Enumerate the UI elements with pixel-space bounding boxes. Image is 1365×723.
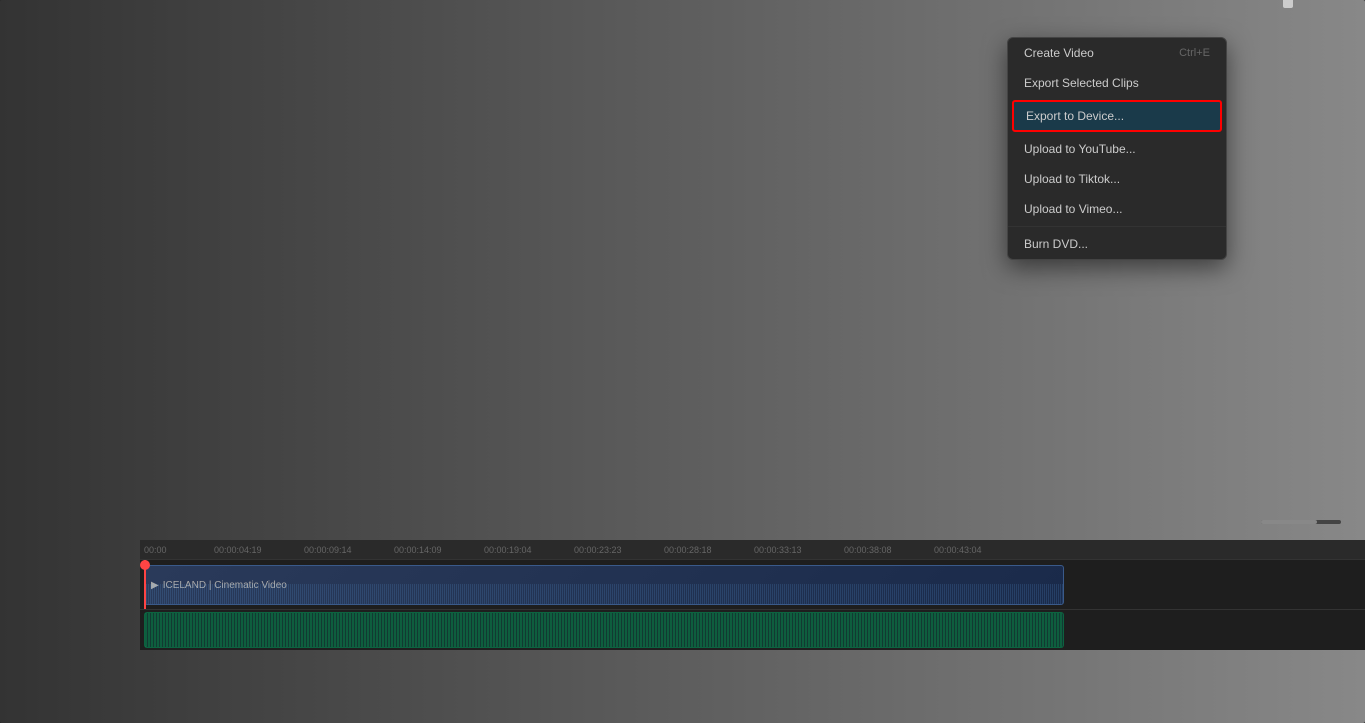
vimeo-label: Upload to Vimeo...	[1024, 202, 1123, 216]
playhead[interactable]	[144, 560, 146, 609]
ruler-mark-4: 00:00:19:04	[480, 545, 570, 555]
dropdown-export-device[interactable]: Export to Device...	[1012, 100, 1222, 132]
audio-waveform	[145, 613, 1063, 647]
ruler-mark-5: 00:00:23:23	[570, 545, 660, 555]
video-track: ▶ ICELAND | Cinematic Video	[140, 560, 1365, 610]
create-video-label: Create Video	[1024, 46, 1094, 60]
ruler-mark-1: 00:00:04:19	[210, 545, 300, 555]
dropdown-tiktok[interactable]: Upload to Tiktok...	[1008, 164, 1226, 194]
dropdown-burndvd[interactable]: Burn DVD...	[1008, 229, 1226, 259]
export-selected-label: Export Selected Clips	[1024, 76, 1139, 90]
burndvd-label: Burn DVD...	[1024, 237, 1088, 251]
zoom-fill	[1261, 520, 1317, 524]
ruler-mark-8: 00:00:38:08	[840, 545, 930, 555]
export-dropdown: Create Video Ctrl+E Export Selected Clip…	[1007, 37, 1227, 260]
ruler-mark-7: 00:00:33:13	[750, 545, 840, 555]
youtube-label: Upload to YouTube...	[1024, 142, 1136, 156]
create-video-shortcut: Ctrl+E	[1179, 47, 1210, 59]
audio-clip[interactable]	[144, 612, 1064, 648]
timeline-tracks: 00:00 00:00:04:19 00:00:09:14 00:00:14:0…	[140, 540, 1365, 723]
timeline-content: 🔒 Video 1 + ⚙ 👁 ♪ Audio 1 + 🔊 🎤	[0, 540, 1365, 723]
dropdown-export-selected[interactable]: Export Selected Clips	[1008, 68, 1226, 98]
ruler-mark-2: 00:00:09:14	[300, 545, 390, 555]
ruler-mark-3: 00:00:14:09	[390, 545, 480, 555]
tiktok-label: Upload to Tiktok...	[1024, 172, 1120, 186]
video-clip[interactable]: ▶ ICELAND | Cinematic Video	[144, 565, 1064, 605]
dropdown-youtube[interactable]: Upload to YouTube...	[1008, 134, 1226, 164]
export-device-label: Export to Device...	[1026, 109, 1124, 123]
dropdown-vimeo[interactable]: Upload to Vimeo...	[1008, 194, 1226, 224]
ruler-mark-0: 00:00	[140, 545, 210, 555]
ruler-mark-6: 00:00:28:18	[660, 545, 750, 555]
dropdown-create-video[interactable]: Create Video Ctrl+E	[1008, 38, 1226, 68]
playhead-head	[140, 560, 150, 570]
zoom-slider[interactable]	[1261, 520, 1341, 524]
timeline-ruler: 00:00 00:00:04:19 00:00:09:14 00:00:14:0…	[140, 540, 1365, 560]
clip-frames	[145, 584, 1063, 604]
audio-track	[140, 610, 1365, 650]
ruler-mark-9: 00:00:43:04	[930, 545, 1020, 555]
